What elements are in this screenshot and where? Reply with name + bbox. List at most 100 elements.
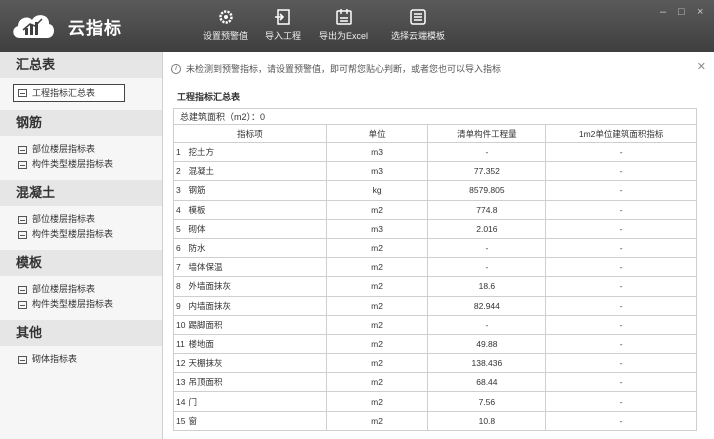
column-header[interactable]: 清单构件工程量 [427, 124, 547, 143]
item-name-cell: 窗 [185, 410, 327, 431]
per-area-index-cell: - [545, 353, 697, 374]
quantity-cell: 82.944 [427, 295, 547, 316]
notice-text: 未检测到预警指标，请设置预警值，即可帮您贴心判断，或者您也可以导入指标 [186, 64, 502, 74]
item-name-cell: 外墙面抹灰 [185, 276, 327, 297]
table-row[interactable]: 6 防水 m2- - [173, 237, 697, 259]
sidebar-item-rebar-component-type[interactable]: 构件类型楼层指标表 [18, 157, 162, 172]
row-number-cell: 13 [173, 372, 186, 393]
set-warning-value-button[interactable]: 设置预警值 [203, 8, 248, 48]
unit-cell: m2 [325, 276, 429, 297]
quantity-cell: 18.6 [427, 276, 547, 297]
item-name-cell: 门 [185, 391, 327, 412]
table-row[interactable]: 4 模板 m2 774.8- [173, 199, 697, 220]
unit-cell: m2 [325, 333, 429, 355]
row-number-cell: 1 [173, 141, 186, 163]
item-name-cell: 模板 [185, 199, 327, 220]
unit-cell: kg [325, 180, 429, 201]
item-name-cell: 挖土方 [185, 141, 327, 163]
quantity-cell: 138.436 [427, 353, 547, 374]
total-area-row: 总建筑面积（m2）：0 [173, 108, 697, 124]
sidebar-item-rebar-floor-part[interactable]: 部位楼层指标表 [18, 142, 162, 157]
table-row[interactable]: 3 钢筋 kg 8579.805- [173, 180, 697, 201]
quantity-cell: - [427, 237, 547, 259]
item-name-cell: 墙体保温 [185, 257, 327, 278]
minimize-button[interactable]: – [660, 6, 666, 18]
quantity-cell: 774.8 [427, 199, 547, 220]
export-excel-button[interactable]: 导出为Excel [319, 8, 368, 48]
warning-notice: i 未检测到预警指标，请设置预警值，即可帮您贴心判断，或者您也可以导入指标 [171, 62, 501, 75]
row-number-cell: 14 [173, 391, 186, 412]
table-row[interactable]: 8 外墙面抹灰 m2 18.6- [173, 276, 697, 297]
unit-cell: m2 [325, 410, 429, 431]
unit-cell: m3 [325, 161, 429, 182]
cloud-logo-icon [13, 15, 55, 39]
close-window-button[interactable]: × [697, 6, 703, 18]
table-row[interactable]: 13 吊顶面积 m2 68.44- [173, 372, 697, 393]
sidebar-item-concrete-component-type[interactable]: 构件类型楼层指标表 [18, 227, 162, 242]
sidebar-section-other[interactable]: 其他 [0, 320, 162, 346]
gear-icon [218, 10, 233, 24]
maximize-button[interactable]: □ [678, 6, 685, 18]
close-notice-icon[interactable]: ✕ [697, 60, 706, 73]
sidebar-section-formwork[interactable]: 模板 [0, 250, 162, 276]
table-row[interactable]: 14 门 m2 7.56- [173, 391, 697, 412]
row-number-cell: 2 [173, 161, 186, 182]
table-icon [18, 300, 27, 309]
sidebar-section-concrete[interactable]: 混凝土 [0, 180, 162, 206]
per-area-index-cell: - [545, 180, 697, 201]
sidebar-item-formwork-floor-part[interactable]: 部位楼层指标表 [18, 282, 162, 297]
table-row[interactable]: 1 挖土方 m3- - [173, 141, 697, 163]
table-icon [18, 355, 27, 364]
table-row[interactable]: 10 踢脚面积 m2- - [173, 314, 697, 335]
sidebar-item-project-index-summary[interactable]: 工程指标汇总表 [13, 84, 125, 102]
sidebar-section-rebar[interactable]: 钢筋 [0, 110, 162, 136]
unit-cell: m2 [325, 391, 429, 412]
per-area-index-cell: - [545, 237, 697, 259]
quantity-cell: - [427, 314, 547, 335]
row-number-cell: 8 [173, 276, 186, 297]
table-icon [18, 230, 27, 239]
table-row[interactable]: 7 墙体保温 m2- - [173, 257, 697, 278]
per-area-index-cell: - [545, 372, 697, 393]
row-number-cell: 11 [173, 333, 186, 355]
column-header[interactable]: 1m2单位建筑面积指标 [545, 124, 697, 143]
unit-cell: m2 [325, 353, 429, 374]
row-number-cell: 12 [173, 353, 186, 374]
unit-cell: m2 [325, 237, 429, 259]
quantity-cell: - [427, 141, 547, 163]
row-number-cell: 9 [173, 295, 186, 316]
table-row[interactable]: 9 内墙面抹灰 m2 82.944- [173, 295, 697, 316]
sidebar-item-masonry-index[interactable]: 砌体指标表 [18, 352, 162, 367]
select-cloud-template-button[interactable]: 选择云端模板 [391, 8, 445, 48]
table-row[interactable]: 12 天棚抹灰 m2 138.436- [173, 353, 697, 374]
item-name-cell: 吊顶面积 [185, 372, 327, 393]
per-area-index-cell: - [545, 141, 697, 163]
sidebar-item-formwork-component-type[interactable]: 构件类型楼层指标表 [18, 297, 162, 312]
sidebar-section-summary[interactable]: 汇总表 [0, 52, 162, 78]
unit-cell: m2 [325, 257, 429, 278]
item-name-cell: 踢脚面积 [185, 314, 327, 335]
unit-cell: m2 [325, 199, 429, 220]
per-area-index-cell: - [545, 391, 697, 412]
main-panel: i 未检测到预警指标，请设置预警值，即可帮您贴心判断，或者您也可以导入指标 ✕ … [163, 52, 714, 439]
per-area-index-cell: - [545, 333, 697, 355]
per-area-index-cell: - [545, 295, 697, 316]
table-row[interactable]: 15 窗 m2 10.8- [173, 410, 697, 431]
import-project-button[interactable]: 导入工程 [265, 8, 301, 48]
table-row[interactable]: 5 砌体 m3 2.016- [173, 218, 697, 239]
column-header[interactable]: 指标项 [173, 124, 327, 143]
unit-cell: m2 [325, 372, 429, 393]
per-area-index-cell: - [545, 314, 697, 335]
table-icon [18, 215, 27, 224]
column-header[interactable]: 单位 [325, 124, 429, 143]
table-row[interactable]: 11 楼地面 m2 49.88- [173, 333, 697, 355]
per-area-index-cell: - [545, 218, 697, 239]
table-icon [18, 285, 27, 294]
sidebar-item-concrete-floor-part[interactable]: 部位楼层指标表 [18, 212, 162, 227]
item-name-cell: 钢筋 [185, 180, 327, 201]
row-number-cell: 6 [173, 237, 186, 259]
table-row[interactable]: 2 混凝土 m3 77.352- [173, 161, 697, 182]
item-name-cell: 楼地面 [185, 333, 327, 355]
quantity-cell: - [427, 257, 547, 278]
per-area-index-cell: - [545, 199, 697, 220]
